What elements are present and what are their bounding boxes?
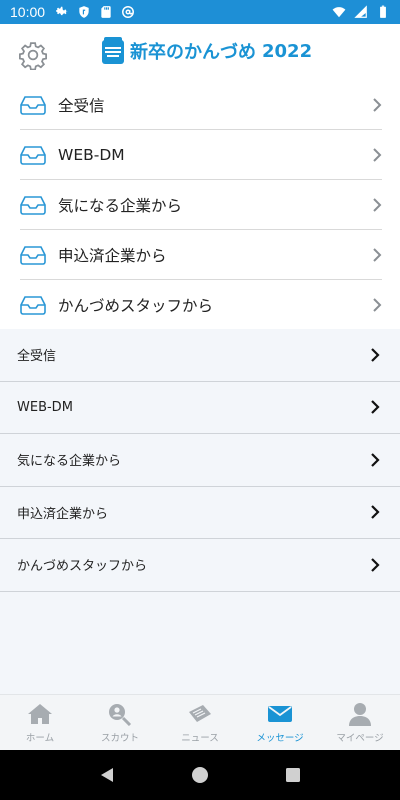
folder-item-label: 気になる企業から	[17, 454, 122, 470]
chevron-right-icon	[371, 400, 380, 415]
folder-item-label: 全受信	[17, 349, 57, 365]
status-icons-right	[332, 5, 390, 19]
nav-label: ニュース	[181, 733, 219, 744]
news-icon	[189, 705, 211, 722]
shield-icon	[79, 6, 89, 18]
folder-item-staff[interactable]: かんづめスタッフから	[0, 539, 400, 592]
logo-no: の	[166, 42, 184, 63]
inbox-item-applied[interactable]: 申込済企業から	[20, 230, 382, 280]
chevron-right-icon	[371, 452, 380, 467]
inbox-list: 全受信 WEB-DM 気になる企業から 申込済企業から かんづめスタッフから	[0, 80, 400, 330]
back-icon[interactable]	[98, 766, 116, 784]
system-nav-bar	[0, 750, 400, 800]
nav-label: マイページ	[336, 733, 384, 744]
logo-subtitle: かんづめ	[184, 42, 256, 63]
signal-icon	[354, 5, 367, 18]
inbox-icon	[20, 145, 46, 165]
folder-list: 全受信 WEB-DM 気になる企業から 申込済企業から かんづめスタッフから	[0, 329, 400, 694]
chevron-right-icon	[373, 97, 382, 112]
inbox-item-label: 気になる企業から	[58, 196, 183, 215]
folder-item-label: 申込済企業から	[17, 506, 109, 522]
folder-item-interested[interactable]: 気になる企業から	[0, 434, 400, 487]
inbox-item-label: WEB-DM	[58, 145, 125, 164]
inbox-item-label: かんづめスタッフから	[58, 297, 214, 315]
app-logo: 新卒 の かんづめ 2022	[100, 36, 312, 66]
inbox-icon	[20, 296, 46, 315]
status-icons-left	[55, 5, 135, 19]
chevron-right-icon	[373, 298, 382, 312]
inbox-item-interested[interactable]: 気になる企業から	[20, 180, 382, 230]
nav-messages[interactable]: メッセージ	[240, 695, 320, 751]
gear-icon	[56, 6, 68, 16]
nav-scout[interactable]: スカウト	[80, 695, 160, 751]
home-button-icon[interactable]	[191, 766, 209, 784]
bottom-nav: ホーム スカウト ニュース メッセージ マイページ	[0, 694, 400, 750]
chevron-right-icon	[373, 197, 382, 212]
inbox-item-staff[interactable]: かんづめスタッフから	[20, 280, 382, 330]
battery-icon	[380, 5, 386, 18]
folder-item-webdm[interactable]: WEB-DM	[0, 382, 400, 434]
home-icon	[28, 704, 52, 724]
nav-label: ホーム	[25, 733, 55, 744]
scout-icon	[109, 704, 132, 726]
folder-item-label: かんづめスタッフから	[17, 559, 148, 575]
can-logo-icon	[102, 37, 124, 64]
folder-item-all[interactable]: 全受信	[0, 329, 400, 382]
status-bar: 10:00	[0, 0, 400, 24]
inbox-item-all[interactable]: 全受信	[20, 80, 382, 130]
app-header: 新卒 の かんづめ 2022	[0, 24, 400, 80]
nav-home[interactable]: ホーム	[0, 695, 80, 751]
folder-item-label: WEB-DM	[17, 399, 73, 415]
chevron-right-icon	[371, 347, 380, 362]
nav-mypage[interactable]: マイページ	[320, 695, 400, 751]
at-icon	[122, 6, 135, 18]
nav-label: スカウト	[100, 733, 139, 744]
inbox-icon	[20, 195, 46, 215]
sd-card-icon	[101, 6, 111, 18]
logo-title: 新卒	[130, 42, 166, 63]
inbox-icon	[20, 95, 46, 115]
wifi-icon	[332, 7, 346, 18]
gear-icon[interactable]	[18, 40, 48, 70]
inbox-item-label: 全受信	[58, 96, 105, 115]
mail-icon	[268, 706, 292, 722]
nav-news[interactable]: ニュース	[160, 695, 240, 751]
inbox-item-label: 申込済企業から	[58, 246, 167, 265]
person-icon	[349, 703, 371, 726]
inbox-icon	[20, 245, 46, 265]
inbox-item-webdm[interactable]: WEB-DM	[20, 130, 382, 180]
chevron-right-icon	[373, 147, 382, 162]
status-time: 10:00	[10, 4, 46, 20]
chevron-right-icon	[371, 505, 380, 520]
recents-icon[interactable]	[284, 766, 302, 784]
chevron-right-icon	[371, 557, 380, 572]
folder-item-applied[interactable]: 申込済企業から	[0, 487, 400, 539]
logo-year: 2022	[262, 40, 313, 62]
nav-label: メッセージ	[256, 733, 304, 744]
chevron-right-icon	[373, 247, 382, 262]
